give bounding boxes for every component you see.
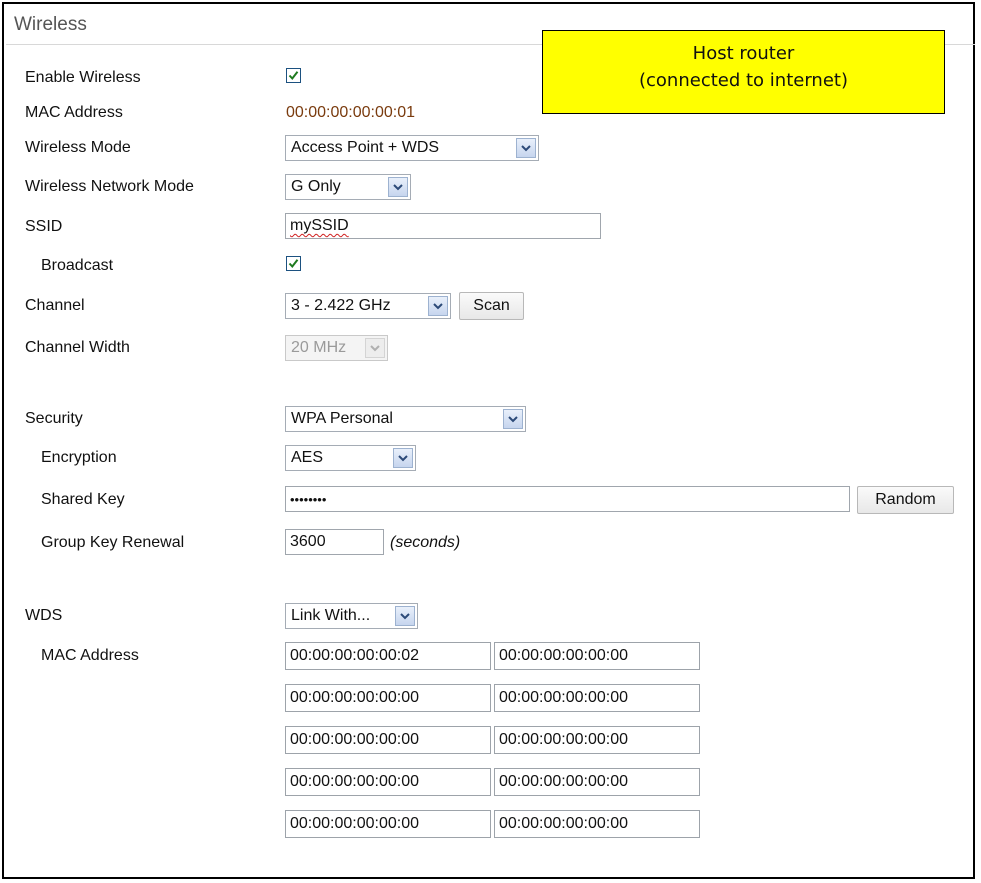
callout-line-2: (connected to internet) [639,70,848,91]
checkmark-icon [288,71,299,81]
wds-mac-input-7[interactable]: 00:00:00:00:00:00 [285,768,491,796]
encryption-value: AES [291,449,324,466]
wds-mac-input-1[interactable]: 00:00:00:00:00:02 [285,642,491,670]
callout-line-1: Host router [692,43,795,64]
enable-wireless-checkbox[interactable] [286,68,301,83]
security-label: Security [25,410,83,427]
wds-mac-input-3[interactable]: 00:00:00:00:00:00 [285,684,491,712]
channel-width-value: 20 MHz [291,339,347,356]
security-value: WPA Personal [291,410,393,427]
checkmark-icon [288,259,299,269]
ssid-input[interactable]: mySSID [285,213,601,239]
wireless-network-mode-select[interactable]: G Only [285,174,411,200]
wireless-network-mode-value: G Only [291,178,341,195]
wds-value: Link With... [291,607,371,624]
channel-width-label: Channel Width [25,339,130,356]
mac-address-value: 00:00:00:00:00:01 [286,104,416,121]
chevron-down-icon[interactable] [516,138,536,158]
channel-select[interactable]: 3 - 2.422 GHz [285,293,451,319]
chevron-down-icon[interactable] [503,409,523,429]
host-router-callout: Host router (connected to internet) [542,30,945,114]
wds-mac-input-2[interactable]: 00:00:00:00:00:00 [494,642,700,670]
chevron-down-icon [365,338,385,358]
security-select[interactable]: WPA Personal [285,406,526,432]
broadcast-label: Broadcast [41,257,114,274]
channel-label: Channel [25,297,85,314]
shared-key-label: Shared Key [41,491,125,508]
wds-select[interactable]: Link With... [285,603,418,629]
wireless-mode-value: Access Point + WDS [291,139,440,156]
wds-mac-input-10[interactable]: 00:00:00:00:00:00 [494,810,700,838]
wireless-panel: Wireless Host router (connected to inter… [2,2,975,879]
encryption-label: Encryption [41,449,117,466]
wds-label: WDS [25,607,63,624]
channel-width-select: 20 MHz [285,335,388,361]
wireless-mode-select[interactable]: Access Point + WDS [285,135,539,161]
encryption-select[interactable]: AES [285,445,416,471]
enable-wireless-label: Enable Wireless [25,69,141,86]
wds-mac-input-6[interactable]: 00:00:00:00:00:00 [494,726,700,754]
chevron-down-icon[interactable] [395,606,415,626]
wireless-network-mode-label: Wireless Network Mode [25,178,194,195]
group-key-renewal-label: Group Key Renewal [41,534,185,551]
channel-value: 3 - 2.422 GHz [291,297,391,314]
ssid-value: mySSID [290,217,349,234]
mac-address-label: MAC Address [25,104,123,121]
chevron-down-icon[interactable] [388,177,408,197]
broadcast-checkbox[interactable] [286,256,301,271]
seconds-unit-label: (seconds) [390,534,461,551]
wds-mac-address-label: MAC Address [41,647,139,664]
chevron-down-icon[interactable] [393,448,413,468]
chevron-down-icon[interactable] [428,296,448,316]
wds-mac-input-9[interactable]: 00:00:00:00:00:00 [285,810,491,838]
group-key-renewal-input[interactable]: 3600 [285,529,384,555]
shared-key-input[interactable]: •••••••• [285,486,850,512]
scan-button[interactable]: Scan [459,292,524,320]
random-button[interactable]: Random [857,486,954,514]
wds-mac-input-5[interactable]: 00:00:00:00:00:00 [285,726,491,754]
section-title: Wireless [14,14,87,35]
wireless-mode-label: Wireless Mode [25,139,131,156]
wds-mac-input-4[interactable]: 00:00:00:00:00:00 [494,684,700,712]
ssid-label: SSID [25,218,63,235]
wds-mac-input-8[interactable]: 00:00:00:00:00:00 [494,768,700,796]
